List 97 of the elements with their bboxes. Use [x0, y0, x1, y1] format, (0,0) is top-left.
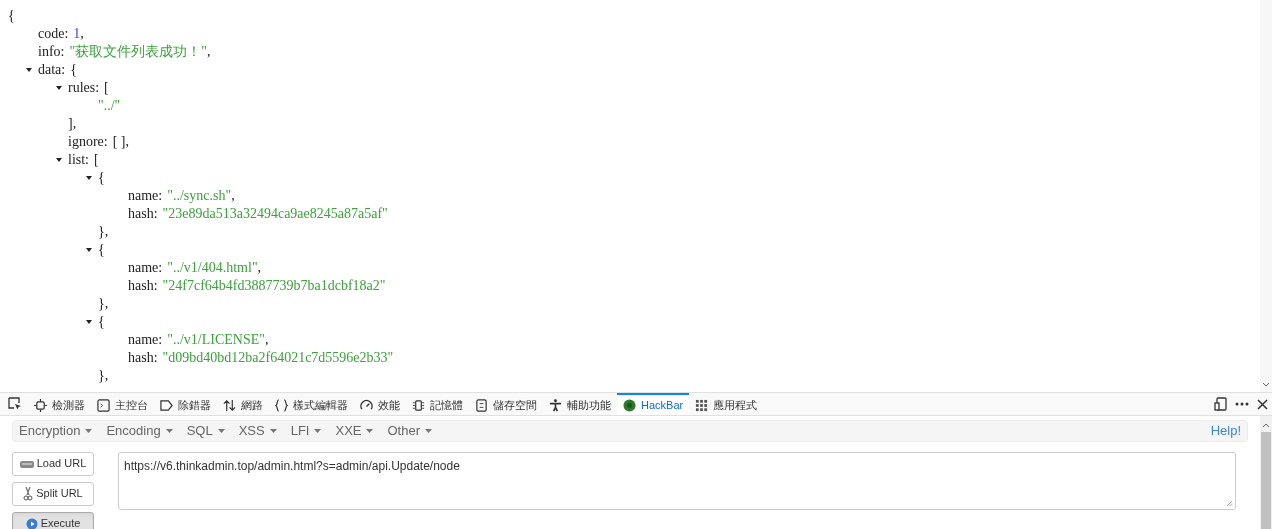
close-icon[interactable] — [1257, 398, 1268, 410]
resize-grip-icon[interactable] — [1226, 499, 1233, 507]
json-key: hash: — [128, 277, 158, 295]
devtools-tab[interactable]: 儲存空間 — [469, 393, 543, 415]
url-field[interactable]: https://v6.thinkadmin.top/admin.html?s=admin/api.Update/node — [118, 451, 1236, 510]
json-punctuation: , — [265, 331, 269, 349]
performance-icon — [360, 398, 373, 412]
json-value: "../v1/LICENSE" — [167, 331, 265, 349]
scrollbar[interactable] — [1260, 416, 1272, 529]
debugger-icon — [160, 398, 173, 412]
element-picker-icon[interactable] — [8, 397, 22, 411]
responsive-design-icon[interactable] — [1214, 397, 1227, 411]
json-bracket: [ — [94, 151, 99, 169]
json-value: "../" — [98, 97, 121, 115]
json-key: hash: — [128, 205, 158, 223]
devtools-tab[interactable]: 樣式編輯器 — [269, 393, 354, 415]
play-icon — [25, 517, 38, 529]
json-bracket: { — [98, 169, 105, 187]
json-key: name: — [128, 187, 163, 205]
json-punctuation: , — [231, 187, 235, 205]
json-bracket: }, — [98, 367, 109, 385]
json-bracket: }, — [98, 295, 109, 313]
caret-icon — [269, 428, 277, 433]
grid-icon — [695, 398, 709, 412]
dropdown-menu-button[interactable]: XXE — [335, 421, 374, 441]
network-icon — [223, 398, 236, 412]
disclosure-triangle-icon[interactable] — [26, 67, 32, 73]
dropdown-menu-button[interactable]: LFI — [290, 421, 322, 441]
json-bracket: { — [98, 313, 105, 331]
json-bracket: [ ], — [112, 133, 129, 151]
scroll-thumb[interactable] — [1261, 432, 1271, 529]
more-options-icon[interactable] — [1235, 402, 1249, 406]
json-value: "24f7cf64b4fd3887739b7ba1dcbf18a2" — [162, 277, 386, 295]
json-bracket: { — [70, 61, 77, 79]
disclosure-triangle-icon[interactable] — [86, 247, 92, 253]
json-punctuation: , — [257, 259, 262, 277]
scroll-up-icon[interactable] — [1262, 422, 1270, 428]
devtools-tab[interactable]: 輔助功能 — [543, 393, 617, 415]
json-value: "../sync.sh" — [167, 187, 232, 205]
help-link[interactable]: Help! — [1210, 421, 1241, 441]
disclosure-triangle-icon[interactable] — [56, 85, 62, 91]
dropdown-menu-button[interactable]: XSS — [238, 421, 277, 441]
json-key: data: — [38, 61, 66, 79]
json-punctuation: , — [206, 43, 211, 61]
caret-icon — [425, 428, 432, 433]
devtools-tab[interactable]: 除錯器 — [154, 393, 217, 415]
json-value: "获取文件列表成功！" — [69, 43, 207, 61]
hackbar-button[interactable]: Load URL — [12, 451, 94, 476]
json-key: name: — [128, 259, 163, 277]
drive-icon — [19, 458, 34, 469]
disclosure-triangle-icon[interactable] — [86, 319, 92, 325]
devtools-tab[interactable]: HackBar — [617, 393, 690, 415]
caret-icon — [366, 428, 374, 433]
json-bracket: { — [98, 241, 105, 259]
dropdown-menu-button[interactable]: Encoding — [106, 421, 173, 441]
devtools-tab[interactable]: 記憶體 — [406, 393, 469, 415]
inspector-icon — [34, 398, 47, 412]
json-bracket: ], — [68, 115, 77, 133]
memory-icon — [412, 398, 425, 412]
json-value: "d09bd40bd12ba2f64021c7d5596e2b33" — [162, 349, 394, 367]
caret-icon — [85, 428, 93, 433]
json-key: name: — [128, 331, 163, 349]
json-punctuation: , — [80, 25, 84, 43]
scrollbar[interactable] — [1260, 0, 1272, 392]
disclosure-triangle-icon[interactable] — [56, 157, 62, 163]
dropdown-menu-button[interactable]: SQL — [186, 421, 225, 441]
json-key: info: — [38, 43, 65, 61]
json-value: "23e89da513a32494ca9ae8245a87a5af" — [162, 205, 388, 223]
json-bracket: { — [8, 7, 15, 25]
console-icon — [97, 398, 110, 412]
hackbar-icon — [623, 398, 636, 412]
accessibility-icon — [549, 398, 562, 412]
hackbar-button[interactable]: Execute — [12, 511, 94, 529]
devtools-tab[interactable]: 檢測器 — [28, 393, 91, 415]
json-key: list: — [68, 151, 89, 169]
caret-icon — [165, 428, 173, 433]
scroll-down-icon[interactable] — [1262, 382, 1270, 388]
devtools-tab[interactable]: 主控台 — [91, 393, 154, 415]
json-key: rules: — [68, 79, 100, 97]
devtools-tab[interactable]: 網路 — [217, 393, 269, 415]
json-key: code: — [38, 25, 69, 43]
dropdown-menu-button[interactable]: Other — [387, 421, 432, 441]
devtools-tab[interactable]: 效能 — [354, 393, 406, 415]
style-editor-icon — [275, 398, 288, 412]
disclosure-triangle-icon[interactable] — [86, 175, 92, 181]
dropdown-menu-button[interactable]: Encryption — [19, 421, 93, 441]
json-bracket: [ — [104, 79, 109, 97]
json-key: ignore: — [68, 133, 108, 151]
scissors-icon — [23, 486, 34, 501]
devtools-tab[interactable]: 應用程式 — [689, 393, 764, 415]
storage-icon — [475, 398, 488, 412]
json-value: "../v1/404.html" — [167, 259, 258, 277]
caret-icon — [314, 428, 322, 433]
json-bracket: }, — [98, 223, 109, 241]
json-key: hash: — [128, 349, 158, 367]
caret-icon — [217, 428, 225, 433]
hackbar-button[interactable]: Split URL — [12, 481, 94, 506]
